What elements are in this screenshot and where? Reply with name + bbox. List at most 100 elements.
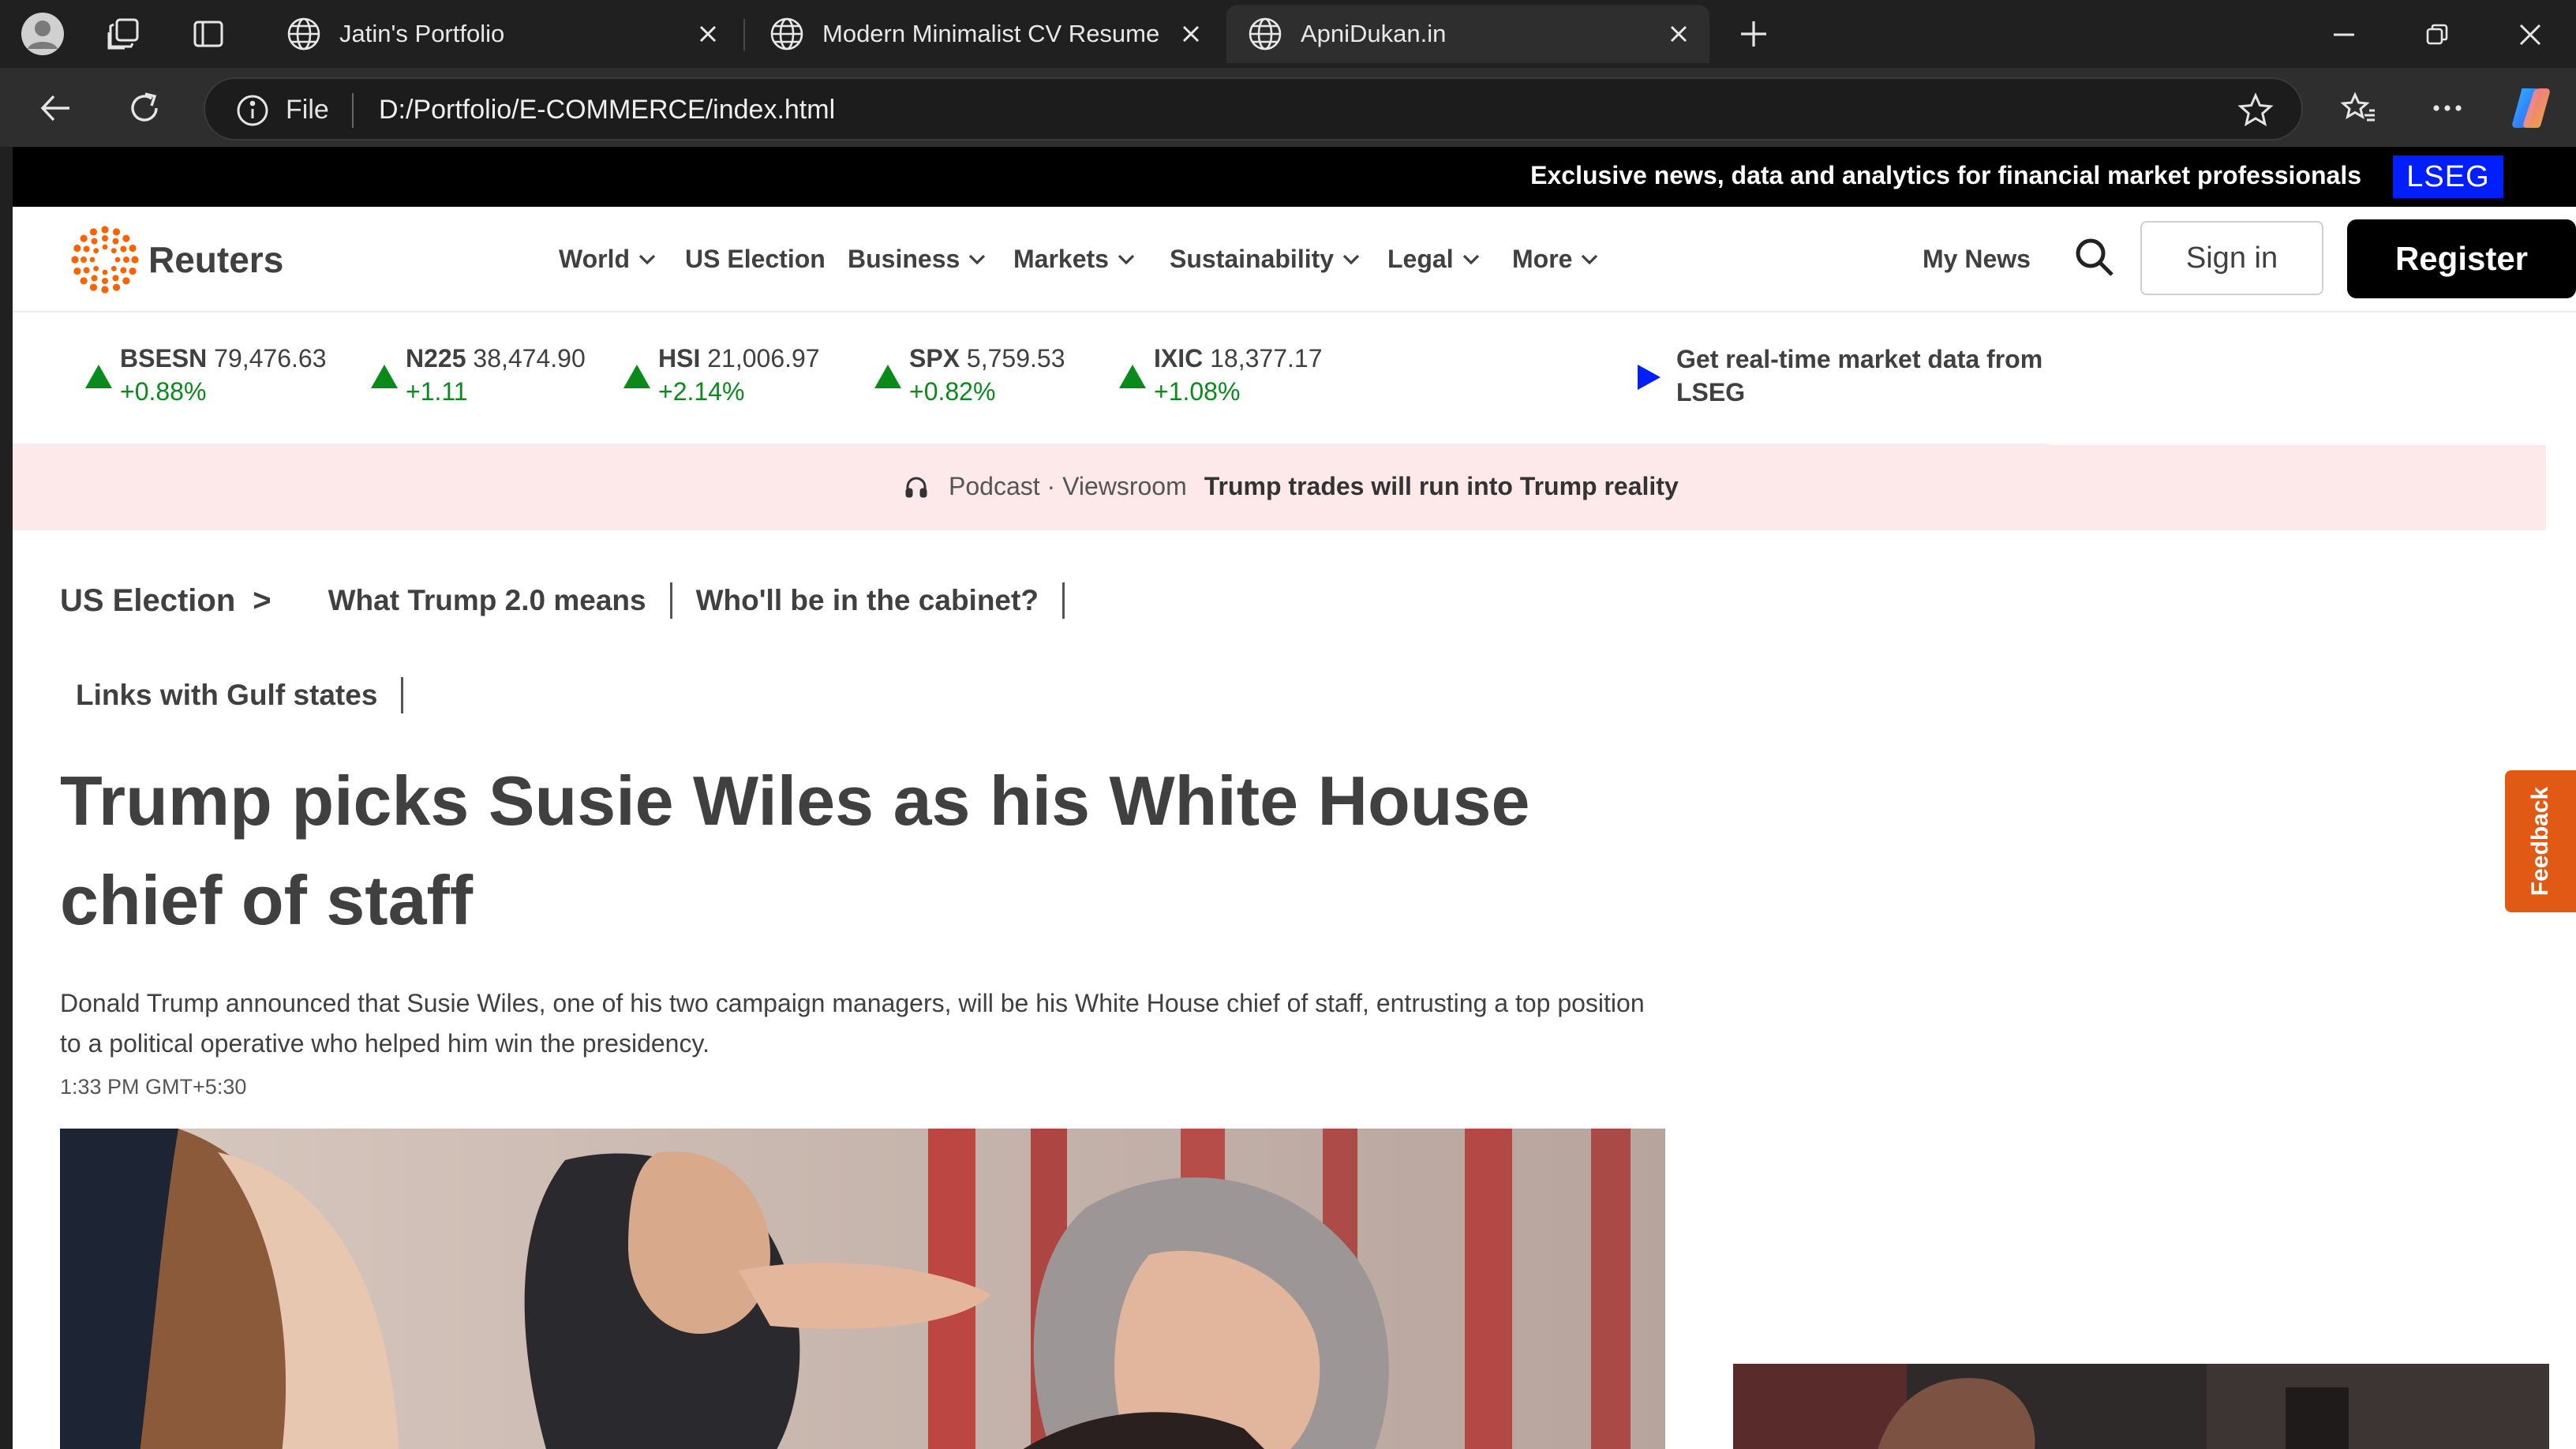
nav-sustainability[interactable]: Sustainability	[1170, 245, 1361, 274]
ticker-change: +1.08%	[1154, 377, 1241, 406]
podcast-title[interactable]: Trump trades will run into Trump reality	[1204, 472, 1679, 501]
nav-label: Business	[848, 245, 960, 273]
logo-dot	[91, 275, 98, 282]
promo-text[interactable]: Exclusive news, data and analytics for f…	[1530, 161, 2361, 190]
logo-dot	[83, 267, 90, 274]
play-arrow-icon	[1638, 365, 1661, 390]
close-tab-icon[interactable]	[1178, 21, 1204, 47]
favorite-star-icon[interactable]	[2237, 92, 2275, 129]
nav-us-election[interactable]: US Election	[685, 245, 826, 274]
chevron-down-icon	[1582, 254, 1598, 264]
up-triangle-icon	[85, 365, 112, 388]
nav-legal[interactable]: Legal	[1387, 245, 1481, 274]
nav-more[interactable]: More	[1512, 245, 1599, 274]
topic-link[interactable]: What Trump 2.0 means	[328, 584, 646, 617]
topic-link[interactable]: Links with Gulf states	[76, 679, 377, 712]
logo-dot	[93, 248, 99, 254]
favorites-icon[interactable]	[2334, 84, 2383, 133]
breadcrumb: US Election > What Trump 2.0 means Who'l…	[60, 582, 1088, 619]
search-icon[interactable]	[2072, 235, 2117, 279]
podcast-banner[interactable]: Podcast · Viewsroom Trump trades will ru…	[13, 445, 2546, 530]
nav-label: More	[1512, 245, 1573, 273]
copilot-icon[interactable]	[2507, 84, 2555, 133]
logo-dot	[120, 267, 127, 274]
restore-icon[interactable]	[2415, 13, 2459, 57]
tab-separator	[743, 19, 745, 51]
my-news-link[interactable]: My News	[1923, 245, 2031, 274]
site-navigation: Reuters World US Election Business Marke…	[13, 207, 2576, 313]
ticker-symbol: IXIC	[1154, 344, 1204, 373]
back-icon[interactable]	[32, 84, 80, 133]
ticker-change: +0.88%	[120, 377, 207, 406]
logo-dot	[89, 256, 95, 263]
close-tab-icon[interactable]	[1665, 21, 1692, 47]
refresh-icon[interactable]	[120, 84, 169, 133]
address-bar[interactable]: File D:/Portfolio/E-COMMERCE/index.html	[204, 77, 2303, 140]
article-hero-image[interactable]	[60, 1129, 1665, 1449]
article-summary: Donald Trump announced that Susie Wiles,…	[60, 989, 1645, 1058]
reuters-logo-icon[interactable]	[69, 224, 140, 295]
ticker-symbol: SPX	[909, 344, 960, 373]
profile-avatar-icon[interactable]	[19, 10, 66, 58]
ticker-symbol: N225	[406, 344, 466, 373]
logo-dot	[102, 235, 108, 242]
topic-separator	[1061, 582, 1065, 619]
chevron-down-icon	[1342, 254, 1360, 264]
logo-dot	[73, 244, 81, 253]
address-url[interactable]: D:/Portfolio/E-COMMERCE/index.html	[379, 95, 835, 125]
breadcrumb-arrow: >	[253, 582, 271, 618]
tab-cv-resume[interactable]: Modern Minimalist CV Resume	[748, 5, 1222, 63]
nav-business[interactable]: Business	[848, 245, 987, 274]
sign-in-button[interactable]: Sign in	[2140, 221, 2323, 295]
logo-dot	[102, 278, 108, 284]
headphones-icon	[905, 477, 927, 497]
nav-label: Legal	[1387, 245, 1454, 273]
logo-dot	[112, 283, 121, 291]
register-button[interactable]: Register	[2347, 219, 2576, 298]
sidebar-thumbnail-image[interactable]	[1733, 1364, 2549, 1449]
logo-dot	[89, 283, 98, 291]
logo-dot	[131, 256, 139, 264]
logo-dot	[110, 265, 117, 271]
minimize-icon[interactable]	[2322, 13, 2366, 57]
globe-icon	[770, 17, 803, 51]
title-bar: Jatin's Portfolio Modern Minimalist CV R…	[0, 0, 2576, 68]
logo-dot	[110, 248, 117, 254]
tab-jatins-portfolio[interactable]: Jatin's Portfolio	[265, 5, 739, 63]
logo-dot	[101, 286, 109, 294]
close-window-icon[interactable]	[2508, 13, 2552, 57]
ticker-change: +2.14%	[658, 377, 745, 406]
tab-apnidukan[interactable]: ApniDukan.in	[1226, 5, 1709, 63]
tab-title: Modern Minimalist CV Resume	[822, 20, 1160, 47]
logo-dot	[112, 228, 121, 236]
tab-title: Jatin's Portfolio	[339, 20, 505, 47]
topic-separator	[401, 677, 404, 713]
feedback-tab[interactable]: Feedback	[2505, 770, 2576, 912]
new-tab-icon[interactable]	[1730, 10, 1777, 58]
logo-dot	[122, 277, 130, 285]
ticker-change: +0.82%	[909, 377, 996, 406]
browser-toolbar: File D:/Portfolio/E-COMMERCE/index.html	[0, 68, 2576, 147]
ticker-symbol: BSESN	[120, 344, 208, 373]
collections-icon[interactable]	[99, 10, 147, 58]
logo-dot	[112, 238, 119, 245]
nav-world[interactable]: World	[559, 245, 657, 274]
ticker-symbol: HSI	[658, 344, 701, 373]
site-info-icon[interactable]	[235, 93, 270, 128]
logo-dot	[83, 245, 90, 253]
brand-name[interactable]: Reuters	[148, 238, 283, 281]
thumbnail-photo	[1733, 1364, 2549, 1449]
tab-actions-icon[interactable]	[185, 10, 232, 58]
breadcrumb-section[interactable]: US Election	[60, 583, 235, 619]
logo-dot	[129, 244, 137, 253]
topic-link[interactable]: Who'll be in the cabinet?	[696, 584, 1039, 617]
logo-dot	[102, 269, 108, 275]
promo-strip[interactable]: Exclusive news, data and analytics for f…	[13, 147, 2576, 207]
close-tab-icon[interactable]	[695, 21, 721, 47]
chevron-down-icon	[969, 254, 986, 264]
lseg-badge[interactable]: LSEG	[2393, 155, 2503, 198]
globe-icon	[1249, 17, 1282, 51]
article-headline: Trump picks Susie Wiles as his White Hou…	[60, 762, 1530, 939]
more-menu-icon[interactable]	[2423, 84, 2472, 133]
nav-markets[interactable]: Markets	[1013, 245, 1136, 274]
